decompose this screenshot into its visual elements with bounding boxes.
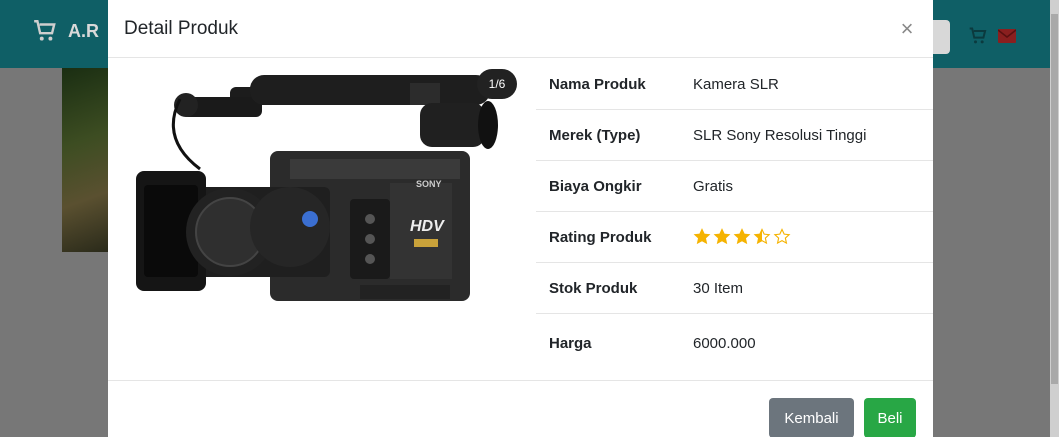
buy-button[interactable]: Beli bbox=[864, 398, 916, 437]
detail-label: Harga bbox=[549, 334, 592, 352]
detail-row-stok: Stok Produk 30 Item bbox=[536, 263, 933, 314]
background-search-button bbox=[930, 20, 950, 54]
product-image-carousel[interactable]: SONY HDV 1/6 bbox=[120, 59, 522, 331]
detail-row-rating: Rating Produk bbox=[536, 212, 933, 263]
background-nav-icons bbox=[968, 26, 1016, 46]
modal-title: Detail Produk bbox=[124, 17, 239, 39]
modal-body: SONY HDV 1/6 Nama Produk Kamera SLR Mere… bbox=[108, 59, 933, 381]
background-banner-image bbox=[62, 68, 108, 252]
envelope-icon bbox=[998, 29, 1016, 43]
detail-row-merek: Merek (Type) SLR Sony Resolusi Tinggi bbox=[536, 110, 933, 161]
camera-model-label: HDV bbox=[410, 218, 445, 235]
detail-row-ongkir: Biaya Ongkir Gratis bbox=[536, 161, 933, 212]
brand-text: A.R bbox=[68, 20, 99, 41]
detail-row-harga: Harga 6000.000 bbox=[536, 314, 933, 372]
star-full-icon bbox=[733, 228, 751, 245]
detail-value: SLR Sony Resolusi Tinggi bbox=[693, 126, 867, 144]
star-empty-icon bbox=[773, 228, 791, 245]
star-full-icon bbox=[713, 228, 731, 245]
page-scrollbar[interactable] bbox=[1050, 0, 1059, 437]
rating-stars bbox=[693, 228, 791, 246]
detail-value: 30 Item bbox=[693, 279, 744, 297]
cart-logo-icon bbox=[34, 20, 56, 41]
detail-label: Biaya Ongkir bbox=[549, 177, 642, 195]
back-button[interactable]: Kembali bbox=[769, 398, 854, 437]
camcorder-image: SONY HDV bbox=[136, 75, 498, 301]
modal-footer: Kembali Beli bbox=[108, 382, 933, 437]
detail-label: Merek (Type) bbox=[549, 126, 641, 144]
image-counter-badge: 1/6 bbox=[477, 69, 517, 99]
detail-label: Nama Produk bbox=[549, 75, 646, 93]
detail-label: Stok Produk bbox=[549, 279, 638, 297]
cart-icon bbox=[969, 27, 987, 44]
detail-value: 6000.000 bbox=[693, 334, 756, 352]
close-icon[interactable]: × bbox=[897, 17, 917, 40]
modal-header: Detail Produk × bbox=[108, 0, 933, 58]
detail-row-nama: Nama Produk Kamera SLR bbox=[536, 59, 933, 110]
star-half-icon bbox=[753, 228, 771, 245]
detail-value: Kamera SLR bbox=[693, 75, 779, 93]
background-brand: A.R bbox=[32, 18, 99, 44]
product-detail-table: Nama Produk Kamera SLR Merek (Type) SLR … bbox=[536, 59, 933, 372]
star-full-icon bbox=[693, 228, 711, 245]
product-detail-modal: Detail Produk × SONY HDV 1/6 Nama Produk… bbox=[108, 0, 933, 437]
camera-brand-label: SONY bbox=[416, 179, 442, 189]
detail-label: Rating Produk bbox=[549, 228, 652, 246]
detail-value: Gratis bbox=[693, 177, 734, 195]
scrollbar-thumb[interactable] bbox=[1051, 14, 1058, 384]
